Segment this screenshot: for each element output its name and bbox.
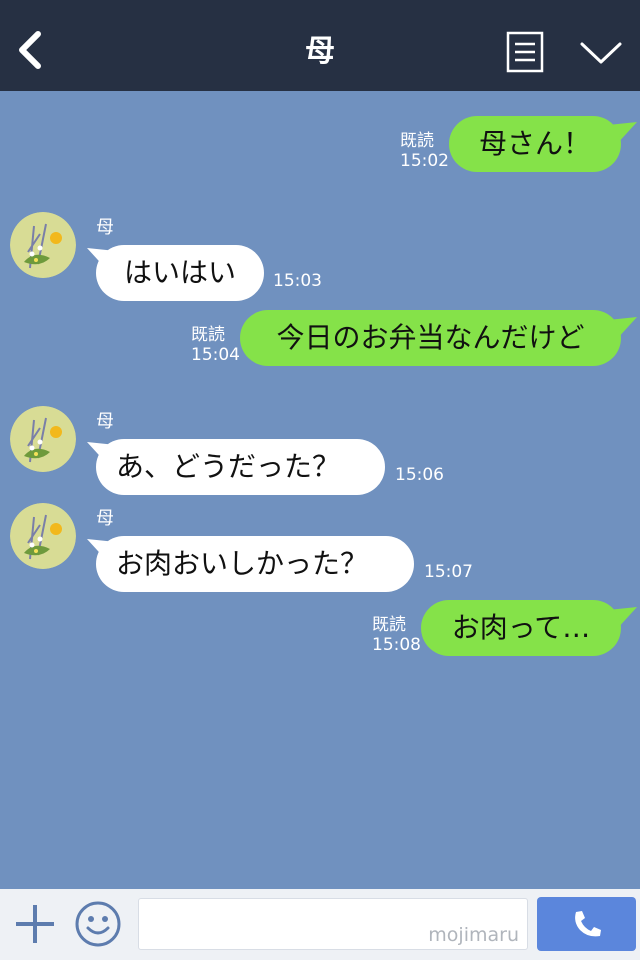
incoming-message[interactable]: はいはい	[96, 245, 264, 301]
message-list[interactable]: 母さん！ 既読 15:02 母 はいはい 15:03 今日のお弁当なんだけど 既…	[0, 91, 640, 889]
message-time: 15:02	[400, 151, 449, 171]
read-receipt: 既読	[191, 325, 225, 345]
phone-icon	[575, 911, 601, 937]
message-time: 15:06	[395, 465, 444, 485]
read-receipt: 既読	[372, 615, 406, 635]
message-input[interactable]: mojimaru	[138, 898, 528, 950]
call-button[interactable]	[537, 897, 636, 951]
incoming-message[interactable]: お肉おいしかった？	[96, 536, 414, 592]
incoming-message[interactable]: あ、どうだった？	[96, 439, 385, 495]
sender-name: 母	[96, 411, 114, 432]
outgoing-message[interactable]: 母さん！	[449, 116, 621, 172]
message-time: 15:04	[191, 345, 240, 365]
chevron-down-icon[interactable]	[578, 36, 624, 68]
outgoing-message[interactable]: 今日のお弁当なんだけど	[240, 310, 621, 366]
chevron-left-icon[interactable]	[12, 28, 46, 72]
chat-header: 母	[0, 0, 640, 91]
message-time: 15:07	[424, 562, 473, 582]
message-time: 15:08	[372, 635, 421, 655]
avatar[interactable]	[10, 406, 76, 472]
outgoing-message[interactable]: お肉って…	[421, 600, 621, 656]
message-time: 15:03	[273, 271, 322, 291]
read-receipt: 既読	[400, 131, 434, 151]
plus-icon[interactable]	[13, 902, 57, 946]
watermark-text: mojimaru	[428, 924, 519, 946]
chat-title: 母	[305, 34, 335, 69]
avatar[interactable]	[10, 212, 76, 278]
sender-name: 母	[96, 508, 114, 529]
sender-name: 母	[96, 217, 114, 238]
avatar[interactable]	[10, 503, 76, 569]
list-icon[interactable]	[505, 31, 545, 73]
smiley-icon[interactable]	[74, 900, 122, 948]
